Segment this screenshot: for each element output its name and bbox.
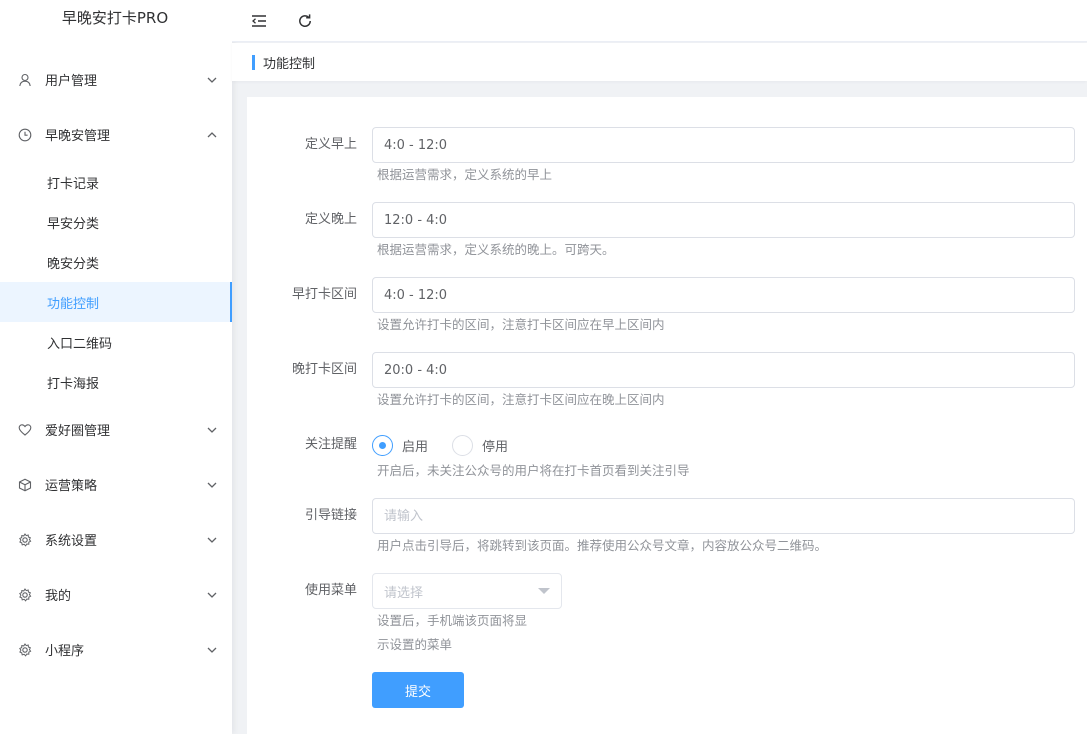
submenu-item-checkin-records[interactable]: 打卡记录 — [0, 162, 232, 202]
morning-range-input[interactable] — [372, 277, 1075, 313]
clock-icon — [18, 128, 32, 142]
sidebar-item-label: 爱好圈管理 — [45, 424, 111, 439]
sidebar: 早晚安打卡PRO 用户管理 早晚安管理 打卡记录 早安分类 晚安分类 功能控制 … — [0, 0, 232, 734]
evening-label: 定义晚上 — [304, 212, 357, 227]
guide-link-input[interactable] — [372, 498, 1075, 534]
sidebar-item-mini-program[interactable]: 小程序 — [0, 622, 232, 677]
submenu-item-evening-categories[interactable]: 晚安分类 — [0, 242, 232, 282]
sidebar-item-label: 用户管理 — [45, 74, 98, 89]
chevron-down-icon — [206, 644, 218, 656]
evening-input[interactable] — [372, 202, 1075, 238]
app-title-text: 早晚安打卡PRO — [61, 9, 169, 27]
top-bar — [232, 0, 1087, 42]
sidebar-item-label: 系统设置 — [45, 534, 98, 549]
submenu-item-morning-categories[interactable]: 早安分类 — [0, 202, 232, 242]
sidebar-item-label: 小程序 — [45, 644, 85, 659]
guide-link-help: 用户点击引导后，将跳转到该页面。推荐使用公众号文章，内容放公众号二维码。 — [377, 538, 828, 553]
refresh-icon[interactable] — [296, 12, 314, 30]
sidebar-item-user-management[interactable]: 用户管理 — [0, 52, 232, 107]
chevron-down-icon — [206, 424, 218, 436]
follow-remind-help: 开启后，未关注公众号的用户将在打卡首页看到关注引导 — [377, 463, 690, 478]
sidebar-item-mine[interactable]: 我的 — [0, 567, 232, 622]
user-icon — [18, 73, 32, 87]
submenu-item-feature-control[interactable]: 功能控制 — [0, 282, 232, 322]
gear-icon — [18, 532, 32, 547]
morning-range-help: 设置允许打卡的区间，注意打卡区间应在早上区间内 — [377, 317, 665, 332]
cube-icon — [18, 478, 32, 492]
submenu-item-checkin-poster[interactable]: 打卡海报 — [0, 362, 232, 402]
radio-label: 停用 — [482, 439, 509, 455]
breadcrumb: 功能控制 — [232, 43, 1087, 81]
morning-label: 定义早上 — [304, 137, 357, 152]
submenu-item-entry-qrcode[interactable]: 入口二维码 — [0, 322, 232, 362]
submenu-item-label: 打卡海报 — [47, 376, 100, 392]
gear-icon — [18, 642, 32, 657]
menu-help-line1: 设置后，手机端该页面将显 — [377, 613, 528, 628]
sidebar-item-operation-strategy[interactable]: 运营策略 — [0, 457, 232, 512]
chevron-down-icon — [206, 534, 218, 546]
chevron-down-icon — [206, 479, 218, 491]
sidebar-item-label: 我的 — [45, 589, 72, 604]
evening-help: 根据运营需求，定义系统的晚上。可跨天。 — [377, 242, 615, 257]
collapse-menu-icon[interactable] — [250, 12, 268, 30]
menu-select-placeholder: 请选择 — [384, 585, 424, 601]
radio-circle-checked — [372, 434, 393, 456]
sidebar-item-label: 早晚安管理 — [45, 129, 111, 144]
evening-range-help: 设置允许打卡的区间，注意打卡区间应在晚上区间内 — [377, 392, 665, 407]
chevron-up-icon — [206, 129, 218, 141]
gear-icon — [18, 587, 32, 602]
app-title: 早晚安打卡PRO — [0, 0, 232, 36]
breadcrumb-accent-bar — [252, 54, 255, 70]
menu-help-line2: 示设置的菜单 — [377, 637, 453, 652]
caret-down-icon — [538, 588, 550, 594]
heart-icon — [18, 423, 32, 437]
guide-link-label: 引导链接 — [304, 508, 357, 523]
morning-help: 根据运营需求，定义系统的早上 — [377, 167, 553, 182]
morning-range-label: 早打卡区间 — [291, 287, 357, 302]
sidebar-item-hobby-circle[interactable]: 爱好圈管理 — [0, 402, 232, 457]
chevron-down-icon — [206, 74, 218, 86]
evening-range-input[interactable] — [372, 352, 1075, 388]
submenu-item-label: 打卡记录 — [47, 176, 100, 192]
evening-range-label: 晚打卡区间 — [291, 362, 357, 377]
menu-label: 使用菜单 — [304, 583, 357, 598]
sidebar-item-system-settings[interactable]: 系统设置 — [0, 512, 232, 567]
submenu-item-label: 功能控制 — [47, 296, 100, 312]
follow-remind-label: 关注提醒 — [304, 437, 357, 452]
sidebar-menu: 用户管理 早晚安管理 打卡记录 早安分类 晚安分类 功能控制 入口二维码 打卡海… — [0, 52, 232, 677]
submenu-item-label: 入口二维码 — [47, 336, 113, 352]
follow-remind-radio-group: 启用 停用 — [372, 427, 532, 463]
radio-label: 启用 — [402, 439, 429, 455]
sidebar-item-morning-evening-management[interactable]: 早晚安管理 — [0, 107, 232, 162]
radio-circle — [452, 434, 474, 456]
submenu-item-label: 晚安分类 — [47, 256, 100, 272]
settings-form-panel: 定义早上 根据运营需求，定义系统的早上 定义晚上 根据运营需求，定义系统的晚上。… — [247, 97, 1087, 734]
submenu-item-label: 早安分类 — [47, 216, 100, 232]
breadcrumb-current: 功能控制 — [263, 56, 316, 72]
sidebar-item-label: 运营策略 — [45, 479, 98, 494]
menu-select[interactable]: 请选择 — [372, 573, 562, 609]
follow-remind-enable-radio[interactable]: 启用 — [372, 434, 429, 456]
follow-remind-disable-radio[interactable]: 停用 — [452, 434, 509, 456]
morning-input[interactable] — [372, 127, 1075, 163]
chevron-down-icon — [206, 589, 218, 601]
submit-button[interactable]: 提交 — [372, 672, 464, 708]
